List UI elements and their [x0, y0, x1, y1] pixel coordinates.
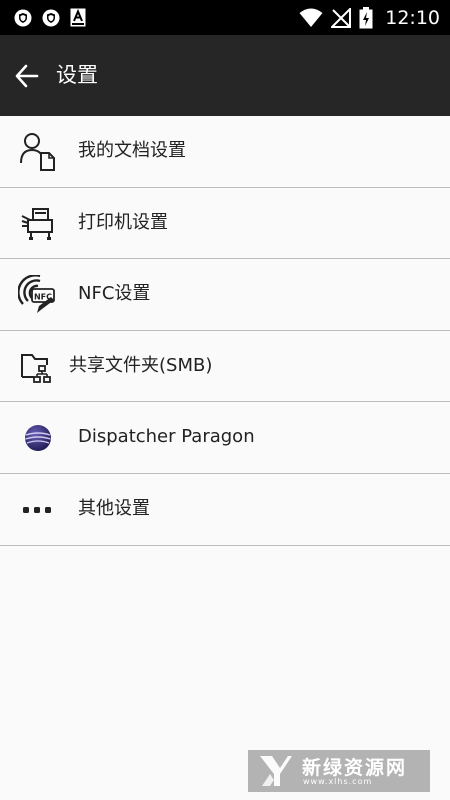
status-bar: 12:10	[0, 0, 450, 35]
user-document-icon	[16, 130, 60, 174]
status-time: 12:10	[385, 7, 440, 29]
settings-item-shared-folder[interactable]: 共享文件夹(SMB)	[0, 330, 450, 403]
more-dots-icon	[16, 488, 60, 532]
settings-list: 我的文档设置 打印机设置 NFC NFC设置 共享文件夹(SMB) Dispat…	[0, 116, 450, 546]
settings-item-other[interactable]: 其他设置	[0, 473, 450, 546]
settings-item-printer[interactable]: 打印机设置	[0, 187, 450, 260]
text-a-icon	[70, 8, 86, 27]
battery-charging-icon	[359, 7, 373, 29]
wifi-icon	[299, 8, 323, 27]
settings-item-dispatcher-paragon[interactable]: Dispatcher Paragon	[0, 402, 450, 474]
settings-item-nfc[interactable]: NFC NFC设置	[0, 259, 450, 331]
settings-item-label: Dispatcher Paragon	[78, 426, 255, 448]
shield-icon	[14, 9, 32, 26]
watermark: 新绿资源网 www.xlhs.com	[248, 750, 430, 792]
shield-icon	[42, 9, 60, 26]
status-left-icons	[14, 8, 86, 27]
settings-item-label: 其他设置	[78, 497, 150, 519]
watermark-url: www.xlhs.com	[303, 777, 373, 786]
no-signal-icon	[331, 8, 352, 28]
nfc-icon: NFC	[16, 273, 60, 317]
settings-item-label: 共享文件夹(SMB)	[69, 354, 213, 376]
status-right-icons: 12:10	[299, 6, 440, 30]
watermark-logo-icon	[260, 756, 292, 786]
settings-item-label: 我的文档设置	[78, 140, 186, 161]
shared-folder-icon	[16, 345, 60, 389]
settings-item-my-documents[interactable]: 我的文档设置	[0, 116, 450, 188]
arrow-back-icon[interactable]	[12, 61, 42, 91]
page-title: 设置	[56, 63, 98, 87]
settings-item-label: NFC设置	[78, 283, 151, 305]
watermark-text: 新绿资源网	[302, 757, 408, 779]
settings-item-label: 打印机设置	[78, 211, 168, 233]
dispatcher-paragon-logo-icon	[16, 416, 60, 460]
printer-icon	[16, 202, 60, 246]
app-bar: 设置	[0, 35, 450, 116]
